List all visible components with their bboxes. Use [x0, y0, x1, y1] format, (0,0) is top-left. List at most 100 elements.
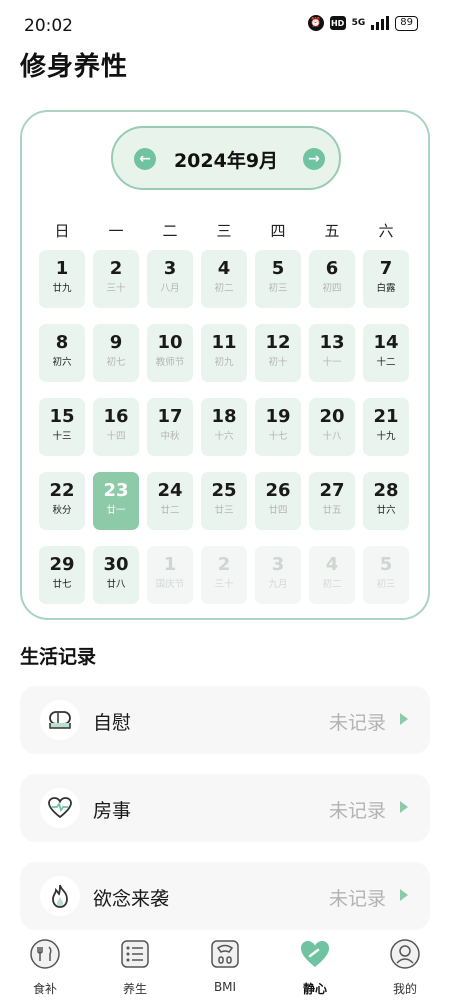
calendar-day[interactable]: 26 廿四 [255, 472, 301, 530]
record-status: 未记录 [328, 800, 386, 822]
day-number: 4 [217, 258, 231, 279]
day-number: 11 [211, 332, 237, 353]
weekday-label: 一 [108, 222, 124, 240]
day-number: 3 [271, 554, 285, 575]
record-card-urge[interactable]: 欲念来袭 未记录 [20, 862, 430, 930]
day-number: 13 [319, 332, 345, 353]
lunar-date: 初六 [52, 357, 72, 368]
calendar-day[interactable]: 7 白露 [363, 250, 409, 308]
calendar-day[interactable]: 30 廿八 [93, 546, 139, 604]
calendar-day[interactable]: 5 初三 [255, 250, 301, 308]
calendar-day[interactable]: 5 初三 [363, 546, 409, 604]
calendar-card: ← 2024年9月 → 日 一 二 三 四 五 六 1 廿九 2 三十 3 八月 4 初二 5 初三 6 初四 7 白… [20, 110, 430, 620]
calendar-day[interactable]: 4 初二 [201, 250, 247, 308]
day-number: 29 [49, 554, 75, 575]
day-number: 18 [211, 406, 237, 427]
day-number: 21 [373, 406, 399, 427]
tissue-icon [40, 700, 80, 740]
lunar-date: 初二 [214, 283, 234, 294]
calendar-day[interactable]: 13 十一 [309, 324, 355, 382]
day-number: 8 [55, 332, 69, 353]
nav-item-bmi[interactable]: BMI [190, 938, 260, 994]
next-month-button[interactable]: → [303, 148, 325, 170]
month-selector: ← 2024年9月 → [111, 126, 341, 190]
calendar-day[interactable]: 3 八月 [147, 250, 193, 308]
record-label: 房事 [93, 800, 132, 822]
lunar-date: 十二 [376, 357, 396, 368]
lunar-date: 秋分 [52, 505, 72, 516]
record-card-masturbation[interactable]: 自慰 未记录 [20, 686, 430, 754]
lunar-date: 十七 [268, 431, 288, 442]
calendar-day[interactable]: 14 十二 [363, 324, 409, 382]
food-bowl-icon [29, 938, 61, 970]
nav-item-food[interactable]: 食补 [10, 938, 80, 997]
heartbeat-icon [40, 788, 80, 828]
calendar-day[interactable]: 3 九月 [255, 546, 301, 604]
profile-icon [389, 938, 421, 970]
weekday-label: 日 [54, 222, 70, 240]
lunar-date: 八月 [160, 283, 180, 294]
section-title-life-records: 生活记录 [20, 646, 97, 668]
calendar-day[interactable]: 6 初四 [309, 250, 355, 308]
calendar-day[interactable]: 27 廿五 [309, 472, 355, 530]
record-label: 欲念来袭 [93, 888, 170, 910]
network-type: 5G [351, 18, 366, 28]
calendar-day[interactable]: 16 十四 [93, 398, 139, 456]
lunar-date: 廿一 [106, 505, 126, 516]
calendar-day-selected[interactable]: 23 廿一 [93, 472, 139, 530]
calendar-day[interactable]: 4 初二 [309, 546, 355, 604]
calendar-day[interactable]: 22 秋分 [39, 472, 85, 530]
weekday-label: 二 [162, 222, 178, 240]
battery-level: 89 [395, 15, 418, 31]
calendar-day[interactable]: 24 廿二 [147, 472, 193, 530]
calendar-day[interactable]: 2 三十 [201, 546, 247, 604]
calendar-day[interactable]: 12 初十 [255, 324, 301, 382]
flame-icon [40, 876, 80, 916]
lunar-date: 廿三 [214, 505, 234, 516]
lunar-date: 初三 [376, 579, 396, 590]
nav-item-wellness[interactable]: 养生 [100, 938, 170, 997]
calendar-day[interactable]: 25 廿三 [201, 472, 247, 530]
nav-item-calm[interactable]: 静心 [280, 938, 350, 997]
nav-label: 养生 [122, 982, 147, 996]
calendar-day[interactable]: 17 中秋 [147, 398, 193, 456]
calendar-day[interactable]: 11 初九 [201, 324, 247, 382]
calendar-day[interactable]: 18 十六 [201, 398, 247, 456]
signal-icon [371, 16, 390, 30]
calendar-day[interactable]: 20 十八 [309, 398, 355, 456]
lunar-date: 初七 [106, 357, 126, 368]
day-number: 6 [325, 258, 339, 279]
lunar-date: 三十 [106, 283, 126, 294]
calendar-day[interactable]: 1 国庆节 [147, 546, 193, 604]
calendar-day[interactable]: 29 廿七 [39, 546, 85, 604]
status-icons: ⏰ HD 5G 89 [307, 15, 418, 31]
record-status: 未记录 [328, 712, 386, 734]
calendar-day[interactable]: 19 十七 [255, 398, 301, 456]
calendar-day[interactable]: 2 三十 [93, 250, 139, 308]
day-number: 1 [163, 554, 177, 575]
lunar-date: 中秋 [160, 431, 180, 442]
day-number: 14 [373, 332, 399, 353]
status-bar: 20:02 ⏰ HD 5G 89 [0, 0, 450, 52]
calendar-day[interactable]: 9 初七 [93, 324, 139, 382]
lunar-date: 三十 [214, 579, 234, 590]
calendar-day[interactable]: 15 十三 [39, 398, 85, 456]
nav-item-profile[interactable]: 我的 [370, 938, 440, 997]
calendar-day[interactable]: 8 初六 [39, 324, 85, 382]
lunar-date: 十一 [322, 357, 342, 368]
calendar-day[interactable]: 28 廿六 [363, 472, 409, 530]
record-status: 未记录 [328, 888, 386, 910]
calendar-day[interactable]: 10 教师节 [147, 324, 193, 382]
calendar-day[interactable]: 1 廿九 [39, 250, 85, 308]
day-number: 22 [49, 480, 75, 501]
lunar-date: 十八 [322, 431, 342, 442]
bottom-nav: 食补 养生 BMI 静心 我的 [0, 932, 450, 1006]
record-card-intercourse[interactable]: 房事 未记录 [20, 774, 430, 842]
day-number: 4 [325, 554, 339, 575]
scale-icon [209, 938, 241, 970]
nav-label: BMI [213, 980, 237, 994]
day-number: 1 [55, 258, 69, 279]
calendar-day[interactable]: 21 十九 [363, 398, 409, 456]
weekday-label: 四 [270, 222, 286, 240]
nav-label: 静心 [302, 982, 327, 996]
